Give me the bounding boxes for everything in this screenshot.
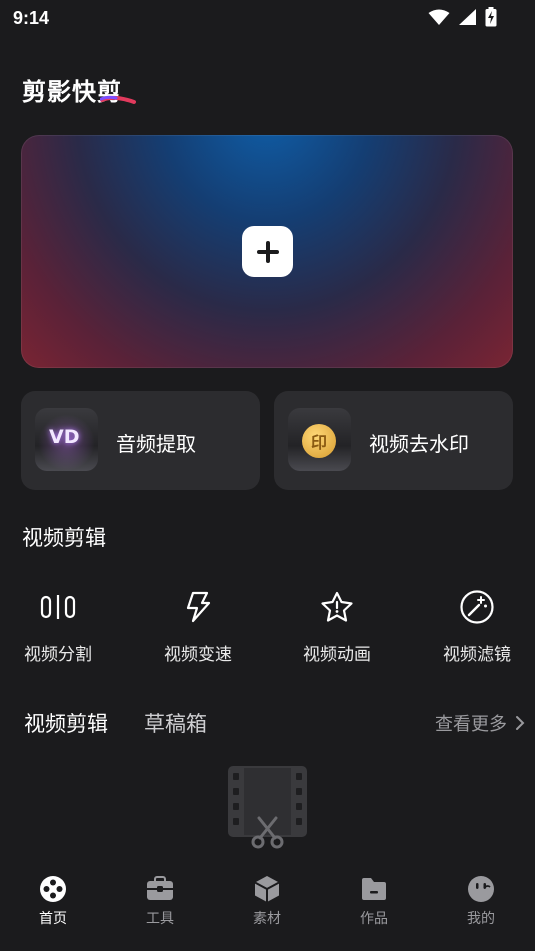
status-time: 9:14 — [13, 8, 50, 28]
title-brush-stroke — [100, 95, 136, 104]
profile-icon — [446, 874, 516, 904]
watermark-remove-card[interactable]: 印 视频去水印 — [274, 391, 513, 490]
signal-icon — [459, 9, 476, 25]
toolbox-icon — [125, 874, 195, 904]
vd-badge: VD — [49, 426, 80, 448]
tool-animation[interactable]: 视频动画 — [282, 588, 392, 665]
audio-extract-label: 音频提取 — [116, 432, 196, 456]
chevron-right-icon — [516, 716, 525, 730]
stamp-badge: 印 — [302, 424, 336, 458]
nav-tools-label: 工具 — [146, 911, 174, 927]
film-scissors-icon — [228, 766, 307, 849]
wifi-icon — [428, 9, 450, 25]
filter-icon — [422, 588, 532, 626]
nav-profile-label: 我的 — [467, 911, 495, 927]
tool-filter[interactable]: 视频滤镜 — [422, 588, 532, 665]
status-icons — [428, 7, 497, 27]
watermark-remove-label: 视频去水印 — [369, 432, 469, 456]
create-project-card[interactable] — [21, 135, 513, 368]
tool-filter-label: 视频滤镜 — [443, 645, 511, 665]
tools-row: 视频分割 视频变速 视频动画 视频滤镜 — [0, 588, 535, 668]
tool-speed-label: 视频变速 — [164, 645, 232, 665]
tool-speed[interactable]: 视频变速 — [143, 588, 253, 665]
split-icon — [3, 588, 113, 626]
tab-video-edit[interactable]: 视频剪辑 — [24, 708, 108, 738]
tool-animation-label: 视频动画 — [303, 645, 371, 665]
star-icon — [282, 588, 392, 626]
watermark-remove-thumbnail: 印 — [288, 408, 351, 471]
nav-tools[interactable]: 工具 — [125, 874, 195, 928]
nav-home[interactable]: 首页 — [18, 874, 88, 928]
tool-split[interactable]: 视频分割 — [3, 588, 113, 665]
nav-works[interactable]: 作品 — [339, 874, 409, 928]
view-more-label: 查看更多 — [435, 714, 507, 735]
speed-icon — [143, 588, 253, 626]
tab-drafts[interactable]: 草稿箱 — [144, 708, 207, 738]
tool-split-label: 视频分割 — [24, 645, 92, 665]
cube-icon — [232, 874, 302, 904]
nav-home-label: 首页 — [39, 911, 67, 927]
project-tabs: 视频剪辑 草稿箱 — [24, 708, 207, 738]
audio-extract-card[interactable]: VD 音频提取 — [21, 391, 260, 490]
home-icon — [18, 874, 88, 904]
app-header: 剪影快剪 — [22, 72, 136, 107]
bottom-nav: 首页 工具 素材 作品 我的 — [0, 862, 535, 951]
audio-extract-thumbnail: VD — [35, 408, 98, 471]
folder-icon — [339, 874, 409, 904]
nav-works-label: 作品 — [360, 911, 388, 927]
battery-charging-icon — [485, 7, 497, 27]
plus-icon[interactable] — [242, 226, 293, 277]
status-bar: 9:14 — [0, 0, 535, 36]
view-more-link[interactable]: 查看更多 — [435, 710, 525, 736]
nav-profile[interactable]: 我的 — [446, 874, 516, 928]
nav-materials[interactable]: 素材 — [232, 874, 302, 928]
nav-materials-label: 素材 — [253, 911, 281, 927]
section-title: 视频剪辑 — [22, 526, 106, 550]
